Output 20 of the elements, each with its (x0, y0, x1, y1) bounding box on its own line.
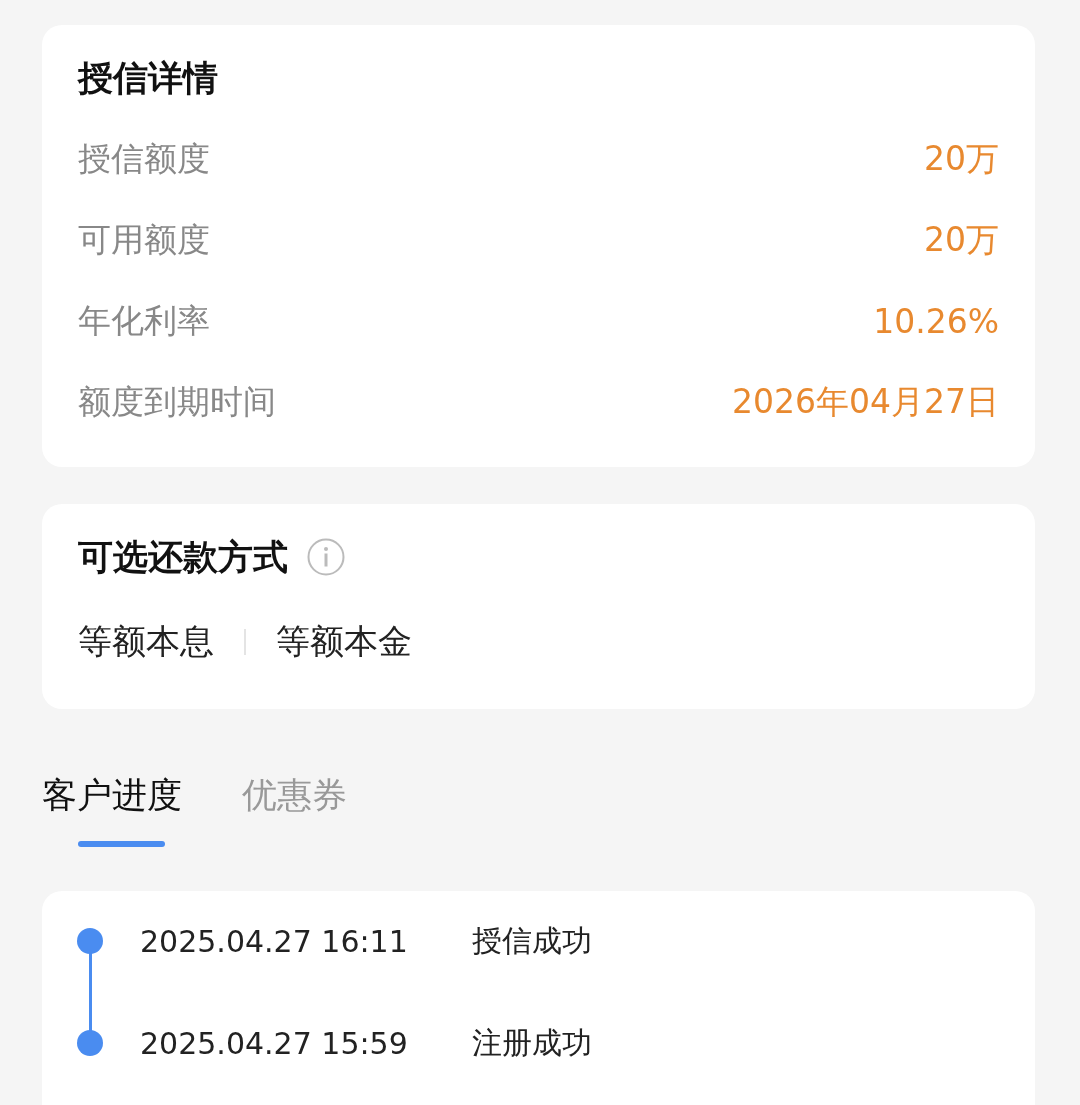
event-time: 2025.04.27 16:11 (140, 923, 409, 959)
detail-label: 可用额度 (78, 219, 210, 261)
timeline-dot (77, 928, 103, 954)
tab[interactable]: 客户进度 (42, 773, 182, 817)
detail-label: 授信额度 (78, 138, 210, 180)
detail-value: 2026年04月27日 (732, 381, 999, 423)
event-status: 注册成功 (472, 1023, 592, 1062)
detail-label: 年化利率 (78, 300, 210, 342)
info-icon[interactable] (306, 537, 346, 577)
repayment-option: 等额本金 (276, 619, 412, 665)
section-title: 授信详情 (78, 57, 219, 100)
detail-value: 10.26% (873, 302, 999, 341)
section-title: 可选还款方式 (78, 536, 288, 579)
timeline-dot (77, 1030, 103, 1056)
detail-value: 20万 (924, 138, 999, 180)
event-time: 2025.04.27 15:59 (140, 1025, 409, 1061)
detail-label: 额度到期时间 (78, 381, 276, 423)
event-status: 授信成功 (472, 921, 592, 960)
detail-value: 20万 (924, 219, 999, 261)
repayment-option: 等额本息 (78, 619, 214, 665)
